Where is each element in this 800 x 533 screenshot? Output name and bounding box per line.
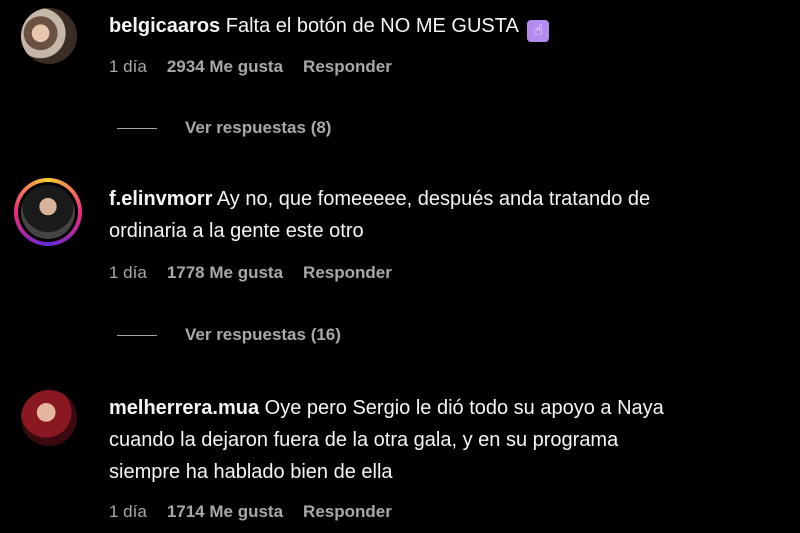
avatar[interactable]	[21, 8, 77, 64]
comment-body-line3: siempre ha hablado bien de ella	[109, 461, 393, 483]
avatar-image	[21, 185, 75, 239]
comment-text: melherrera.mua Oye pero Sergio le dió to…	[109, 392, 769, 488]
divider-line	[117, 334, 157, 336]
username[interactable]: f.elinvmorr	[109, 188, 212, 210]
view-replies-button[interactable]: Ver respuestas (8)	[117, 118, 331, 138]
comment-meta: 1 día 1778 Me gusta Responder	[109, 263, 392, 283]
comment-text: belgicaaros Falta el botón de NO ME GUST…	[109, 10, 769, 42]
comment-age: 1 día	[109, 57, 147, 76]
reply-button[interactable]: Responder	[303, 263, 392, 283]
comment-body-line1: Ay no, que fomeeeee, después anda tratan…	[216, 188, 651, 210]
avatar[interactable]	[21, 390, 77, 446]
comment-text: f.elinvmorr Ay no, que fomeeeee, después…	[109, 183, 769, 247]
comment-meta: 1 día 1714 Me gusta Responder	[109, 502, 392, 522]
comment-body-line2: ordinaria a la gente este otro	[109, 220, 364, 242]
reply-button[interactable]: Responder	[303, 57, 392, 77]
view-replies-label: Ver respuestas (16)	[185, 325, 341, 344]
likes-count[interactable]: 1714 Me gusta	[167, 502, 283, 522]
hand-up-emoji-icon: ☝	[527, 20, 550, 42]
view-replies-button[interactable]: Ver respuestas (16)	[117, 325, 341, 345]
reply-button[interactable]: Responder	[303, 502, 392, 522]
view-replies-label: Ver respuestas (8)	[185, 118, 332, 137]
likes-count[interactable]: 2934 Me gusta	[167, 57, 283, 77]
comment-body: Falta el botón de NO ME GUSTA	[225, 15, 518, 37]
comment-body-line2: cuando la dejaron fuera de la otra gala,…	[109, 429, 619, 451]
comment-age: 1 día	[109, 263, 147, 282]
likes-count[interactable]: 1778 Me gusta	[167, 263, 283, 283]
comment-meta: 1 día 2934 Me gusta Responder	[109, 57, 392, 77]
username[interactable]: belgicaaros	[109, 15, 220, 37]
username[interactable]: melherrera.mua	[109, 397, 259, 419]
comment-body-line1: Oye pero Sergio le dió todo su apoyo a N…	[264, 397, 664, 419]
avatar[interactable]	[14, 178, 82, 246]
divider-line	[117, 127, 157, 129]
comment-age: 1 día	[109, 502, 147, 521]
